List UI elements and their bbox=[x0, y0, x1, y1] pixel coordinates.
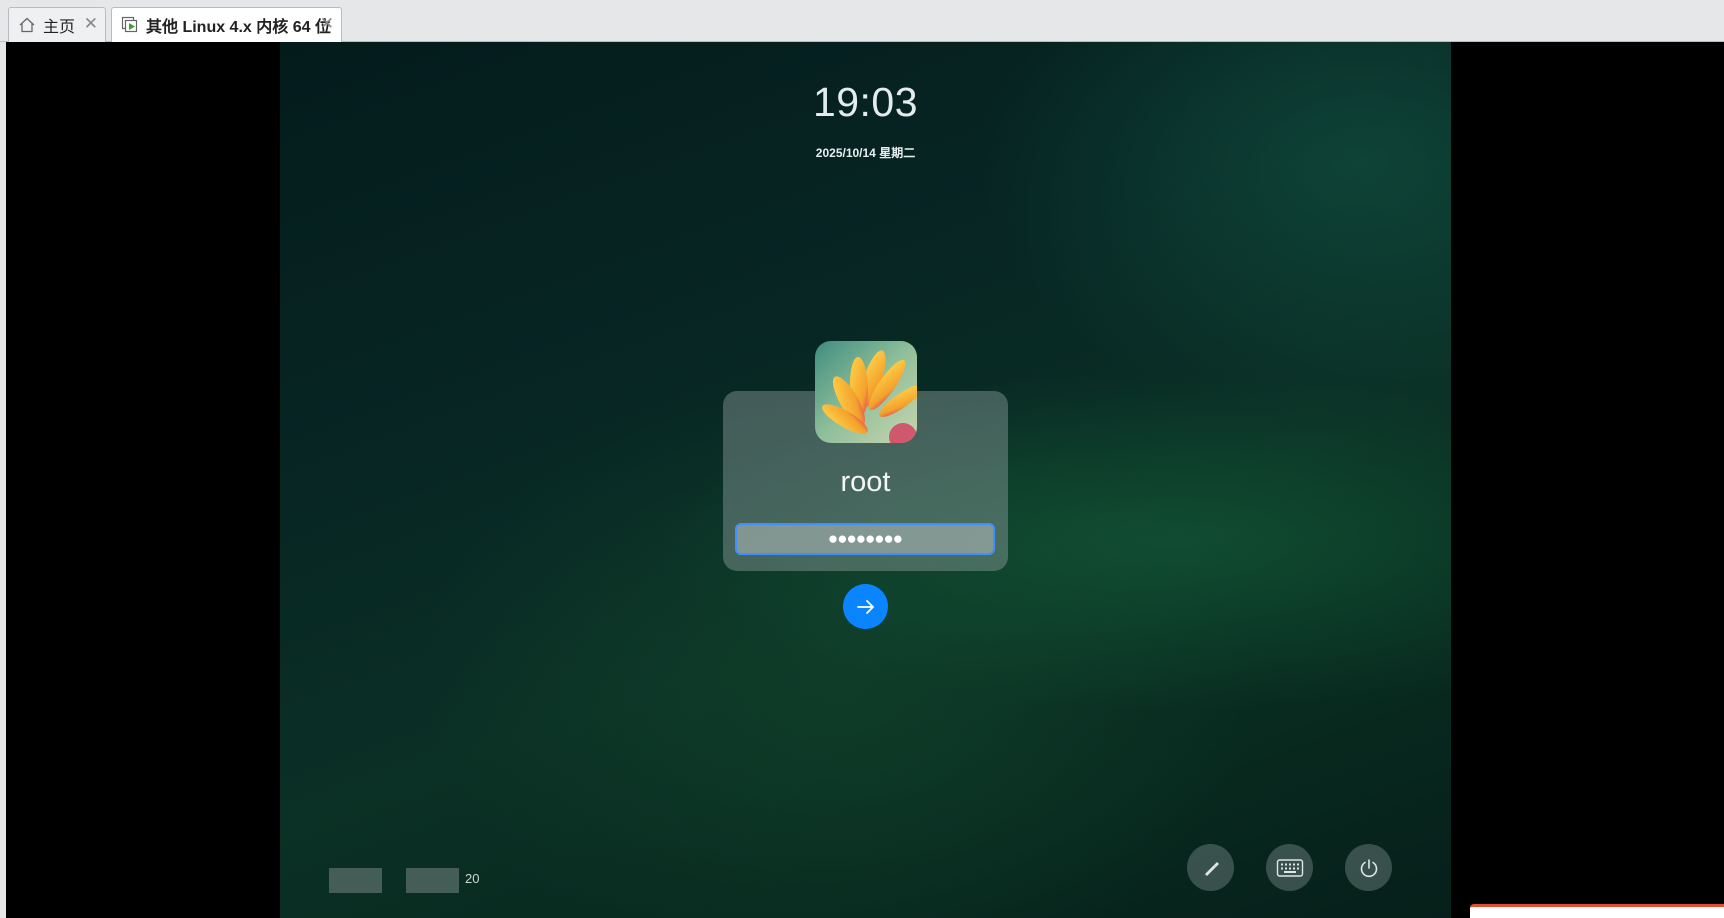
tab-vm[interactable]: 其他 Linux 4.x 内核 64 位 ✕ bbox=[111, 7, 342, 42]
user-avatar[interactable] bbox=[815, 341, 917, 443]
tab-vm-label: 其他 Linux 4.x 内核 64 位 bbox=[146, 19, 331, 36]
username-label: root bbox=[840, 466, 891, 498]
tab-home[interactable]: 主页 ✕ bbox=[8, 7, 106, 42]
vm-display[interactable]: 19:03 2025/10/14 星期二 root ●●●●●●●● 20 bbox=[6, 42, 1724, 918]
corner-overlay bbox=[1470, 904, 1724, 918]
password-input[interactable]: ●●●●●●●● bbox=[735, 523, 995, 555]
tray-text: 20 bbox=[465, 871, 480, 886]
tab-vm-close-icon[interactable]: ✕ bbox=[320, 15, 334, 33]
input-method-icon bbox=[1203, 861, 1219, 876]
lock-screen: 19:03 2025/10/14 星期二 root ●●●●●●●● 20 bbox=[280, 42, 1451, 918]
tab-home-label: 主页 bbox=[43, 19, 76, 36]
power-icon bbox=[1360, 858, 1377, 877]
login-submit-button[interactable] bbox=[843, 584, 888, 629]
clock-date: 2025/10/14 星期二 bbox=[815, 146, 916, 160]
tray-item-blurred-2 bbox=[406, 868, 459, 893]
clock-time: 19:03 bbox=[812, 79, 919, 125]
tab-home-close-icon[interactable]: ✕ bbox=[84, 15, 98, 33]
keyboard-icon bbox=[1276, 858, 1303, 877]
tray-item-blurred-1 bbox=[329, 868, 382, 893]
arrow-right-icon bbox=[856, 599, 874, 614]
keyboard-button[interactable] bbox=[1266, 844, 1313, 891]
power-button[interactable] bbox=[1345, 844, 1392, 891]
tab-bar: 主页 ✕ 其他 Linux 4.x 内核 64 位 ✕ bbox=[0, 0, 1724, 42]
input-method-button[interactable] bbox=[1187, 844, 1234, 891]
vm-play-icon bbox=[121, 16, 138, 33]
home-icon bbox=[19, 17, 35, 33]
